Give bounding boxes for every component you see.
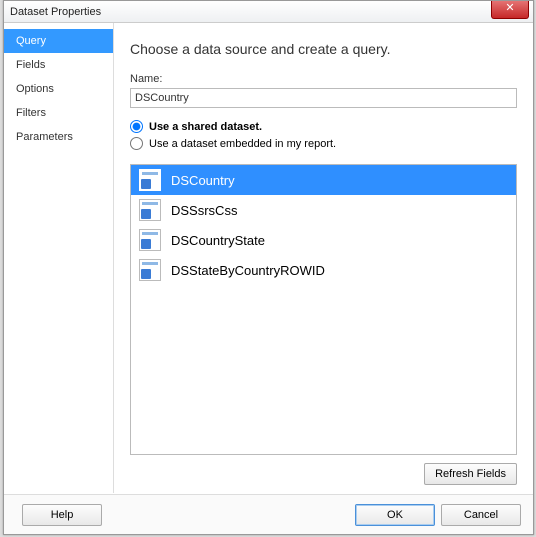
- sidebar-item-label: Fields: [16, 59, 45, 71]
- radio-shared-row[interactable]: Use a shared dataset.: [130, 118, 517, 135]
- window-title: Dataset Properties: [10, 6, 101, 18]
- close-button[interactable]: ✕: [491, 1, 529, 19]
- sidebar-item-filters[interactable]: Filters: [4, 101, 113, 125]
- cancel-button[interactable]: Cancel: [441, 504, 521, 526]
- radio-shared[interactable]: [130, 120, 143, 133]
- close-icon: ✕: [505, 2, 514, 14]
- dataset-icon: [139, 259, 161, 281]
- main-panel: Choose a data source and create a query.…: [114, 23, 533, 493]
- sidebar-item-label: Options: [16, 83, 54, 95]
- titlebar: Dataset Properties ✕: [4, 1, 533, 23]
- sidebar-item-label: Filters: [16, 107, 46, 119]
- dataset-icon: [139, 229, 161, 251]
- help-button[interactable]: Help: [22, 504, 102, 526]
- sidebar-item-label: Parameters: [16, 131, 73, 143]
- dataset-item-dscountrystate[interactable]: DSCountryState: [131, 225, 516, 255]
- sidebar-item-fields[interactable]: Fields: [4, 53, 113, 77]
- name-input[interactable]: [130, 88, 517, 108]
- sidebar: Query Fields Options Filters Parameters: [4, 23, 114, 493]
- sidebar-item-parameters[interactable]: Parameters: [4, 125, 113, 149]
- dataset-item-label: DSCountry: [171, 173, 235, 188]
- refresh-fields-button[interactable]: Refresh Fields: [424, 463, 517, 485]
- refresh-row: Refresh Fields: [130, 463, 517, 485]
- dataset-item-label: DSSsrsCss: [171, 203, 237, 218]
- dataset-icon: [139, 169, 161, 191]
- radio-embedded[interactable]: [130, 137, 143, 150]
- dialog-body: Query Fields Options Filters Parameters …: [4, 23, 533, 493]
- dataset-icon: [139, 199, 161, 221]
- radio-embedded-row[interactable]: Use a dataset embedded in my report.: [130, 135, 517, 152]
- sidebar-item-query[interactable]: Query: [4, 29, 113, 53]
- dialog-window: Dataset Properties ✕ Query Fields Option…: [3, 0, 534, 535]
- dataset-item-dscountry[interactable]: DSCountry: [131, 165, 516, 195]
- dialog-footer: Help OK Cancel: [4, 494, 533, 534]
- dataset-item-dsssrscss[interactable]: DSSsrsCss: [131, 195, 516, 225]
- radio-shared-label: Use a shared dataset.: [149, 121, 262, 133]
- dataset-listbox[interactable]: DSCountry DSSsrsCss DSCountryState DSSta…: [130, 164, 517, 455]
- name-label: Name:: [130, 73, 517, 85]
- radio-embedded-label: Use a dataset embedded in my report.: [149, 138, 336, 150]
- dataset-item-label: DSCountryState: [171, 233, 265, 248]
- dataset-mode-radios: Use a shared dataset. Use a dataset embe…: [130, 118, 517, 152]
- ok-button[interactable]: OK: [355, 504, 435, 526]
- sidebar-item-options[interactable]: Options: [4, 77, 113, 101]
- page-heading: Choose a data source and create a query.: [130, 41, 517, 57]
- dataset-item-dsstatebycountryrowid[interactable]: DSStateByCountryROWID: [131, 255, 516, 285]
- dataset-item-label: DSStateByCountryROWID: [171, 263, 325, 278]
- sidebar-item-label: Query: [16, 35, 46, 47]
